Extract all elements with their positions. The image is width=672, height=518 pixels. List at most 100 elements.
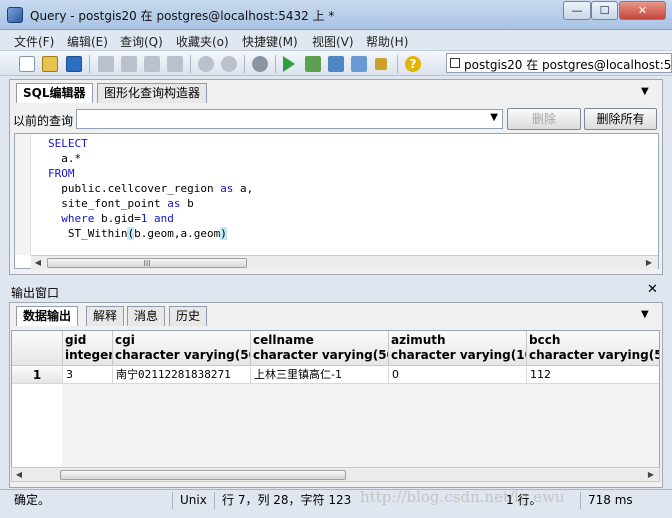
sql-token: site_font_point	[48, 197, 168, 210]
menu-query[interactable]: 查询(Q)	[120, 33, 163, 50]
app-icon	[7, 7, 23, 23]
menu-view[interactable]: 视图(V)	[312, 33, 354, 50]
redo-icon[interactable]	[221, 56, 237, 72]
sql-keyword: SELECT	[48, 137, 88, 150]
chevron-down-icon[interactable]: ▼	[641, 309, 649, 320]
stop-icon[interactable]	[375, 58, 387, 70]
maximize-button[interactable]: ☐	[591, 1, 618, 20]
tab-history[interactable]: 历史	[169, 306, 208, 326]
sql-editor[interactable]: SELECT a.* FROM public.cellcover_region a…	[14, 133, 659, 269]
toolbar-separator	[275, 55, 276, 73]
row-header[interactable]: 1	[12, 367, 63, 384]
close-button[interactable]: ✕	[619, 1, 666, 20]
clear-icon[interactable]	[167, 56, 183, 72]
delete-button[interactable]: 删除	[507, 108, 581, 130]
grid-empty-area	[62, 383, 659, 467]
sql-keyword: FROM	[48, 167, 75, 180]
tab-graphical-query-builder[interactable]: 图形化查询构造器	[97, 83, 208, 103]
grid-horizontal-scrollbar[interactable]: ◀ ▶	[11, 467, 660, 482]
menu-file[interactable]: 文件(F)	[14, 33, 54, 50]
toolbar-separator	[89, 55, 90, 73]
table-cell[interactable]: 南宁02112281838271	[113, 367, 251, 384]
column-type: character varying(50)	[529, 348, 659, 362]
sql-token: a.*	[48, 152, 82, 165]
scroll-left-icon[interactable]: ◀	[13, 469, 25, 481]
sql-token: b.geom,a.geom	[134, 227, 221, 240]
new-file-icon[interactable]	[19, 56, 35, 72]
code-line: site_font_point as b	[48, 197, 193, 210]
run-icon[interactable]	[283, 56, 295, 72]
status-encoding: Unix	[180, 493, 207, 507]
result-grid[interactable]: gid integer cgi character varying(50) cellna…	[11, 330, 660, 468]
column-header-4[interactable]: bcchcharacter varying(50)	[527, 331, 659, 366]
connection-select[interactable]: postgis20 在 postgres@localhost:54	[446, 53, 672, 73]
scroll-right-icon[interactable]: ▶	[643, 257, 655, 269]
status-message: 确定。	[14, 493, 51, 507]
sql-keyword: as	[167, 197, 181, 210]
status-separator	[580, 492, 581, 509]
scroll-left-icon[interactable]: ◀	[32, 257, 44, 269]
find-icon[interactable]	[252, 56, 268, 72]
tab-explain[interactable]: 解释	[86, 306, 125, 326]
table-cell[interactable]: 0	[389, 367, 527, 384]
menu-macros[interactable]: 快捷键(M)	[242, 33, 298, 50]
status-separator	[172, 492, 173, 509]
status-separator	[214, 492, 215, 509]
chevron-down-icon[interactable]: ▼	[490, 112, 498, 123]
open-folder-icon[interactable]	[42, 56, 58, 72]
title-bar: Query - postgis20 在 postgres@localhost:5…	[0, 0, 672, 30]
column-header-1[interactable]: cgi character varying(50)	[113, 331, 251, 366]
menu-edit[interactable]: 编辑(E)	[67, 33, 108, 50]
column-header-0[interactable]: gid integer	[63, 331, 113, 366]
cut-icon[interactable]	[98, 56, 114, 72]
scroll-thumb[interactable]: III	[47, 258, 247, 268]
matched-paren: )	[220, 227, 227, 240]
copy-icon[interactable]	[121, 56, 137, 72]
status-cursor-position: 行 7，列 28，字符 123	[222, 493, 352, 507]
tab-sql-editor[interactable]: SQL编辑器	[16, 83, 93, 103]
previous-query-select[interactable]: ▼	[76, 109, 503, 129]
code-line: FROM	[48, 167, 75, 180]
scroll-right-icon[interactable]: ▶	[645, 469, 657, 481]
run-to-file-icon[interactable]	[328, 56, 344, 72]
column-name: cellname	[253, 333, 314, 347]
code-line: a.*	[48, 152, 81, 165]
column-header-3[interactable]: azimuth character varying(10)	[389, 331, 527, 366]
grid-corner	[12, 331, 63, 366]
sql-keyword: where	[61, 212, 95, 225]
table-cell[interactable]: 3	[63, 367, 113, 384]
scroll-thumb[interactable]	[60, 470, 346, 480]
minimize-button[interactable]: —	[563, 1, 591, 20]
column-type: character varying(50)	[115, 348, 251, 362]
tab-messages[interactable]: 消息	[127, 306, 166, 326]
toolbar-separator	[190, 55, 191, 73]
output-window-title: 输出窗口	[11, 286, 60, 300]
save-icon[interactable]	[66, 56, 82, 72]
paste-icon[interactable]	[144, 56, 160, 72]
table-cell[interactable]: 112	[527, 367, 659, 384]
sql-token: a,	[233, 182, 254, 195]
tab-data-output[interactable]: 数据输出	[16, 306, 79, 326]
connection-checkbox[interactable]	[450, 58, 460, 68]
undo-icon[interactable]	[198, 56, 214, 72]
help-icon[interactable]: ?	[405, 56, 421, 72]
delete-all-button[interactable]: 删除所有	[584, 108, 657, 130]
column-name: bcch	[529, 333, 561, 347]
output-window-header	[0, 282, 672, 300]
window-title: Query - postgis20 在 postgres@localhost:5…	[30, 9, 335, 23]
code-line: SELECT	[48, 137, 88, 150]
editor-horizontal-scrollbar[interactable]: ◀ III ▶	[31, 255, 658, 269]
table-cell[interactable]: 上林三里镇高仁-1	[251, 367, 389, 384]
explain-icon[interactable]	[305, 56, 321, 72]
pgscript-icon[interactable]	[351, 56, 367, 72]
column-header-2[interactable]: cellname character varying(50)	[251, 331, 389, 366]
menu-favorites[interactable]: 收藏夹(o)	[176, 33, 229, 50]
toolbar-separator	[244, 55, 245, 73]
menu-help[interactable]: 帮助(H)	[366, 33, 408, 50]
column-type: integer	[65, 348, 113, 362]
close-icon[interactable]: ✕	[647, 282, 658, 297]
status-row-count: 1 行。	[506, 493, 542, 507]
chevron-down-icon[interactable]: ▼	[641, 86, 649, 97]
